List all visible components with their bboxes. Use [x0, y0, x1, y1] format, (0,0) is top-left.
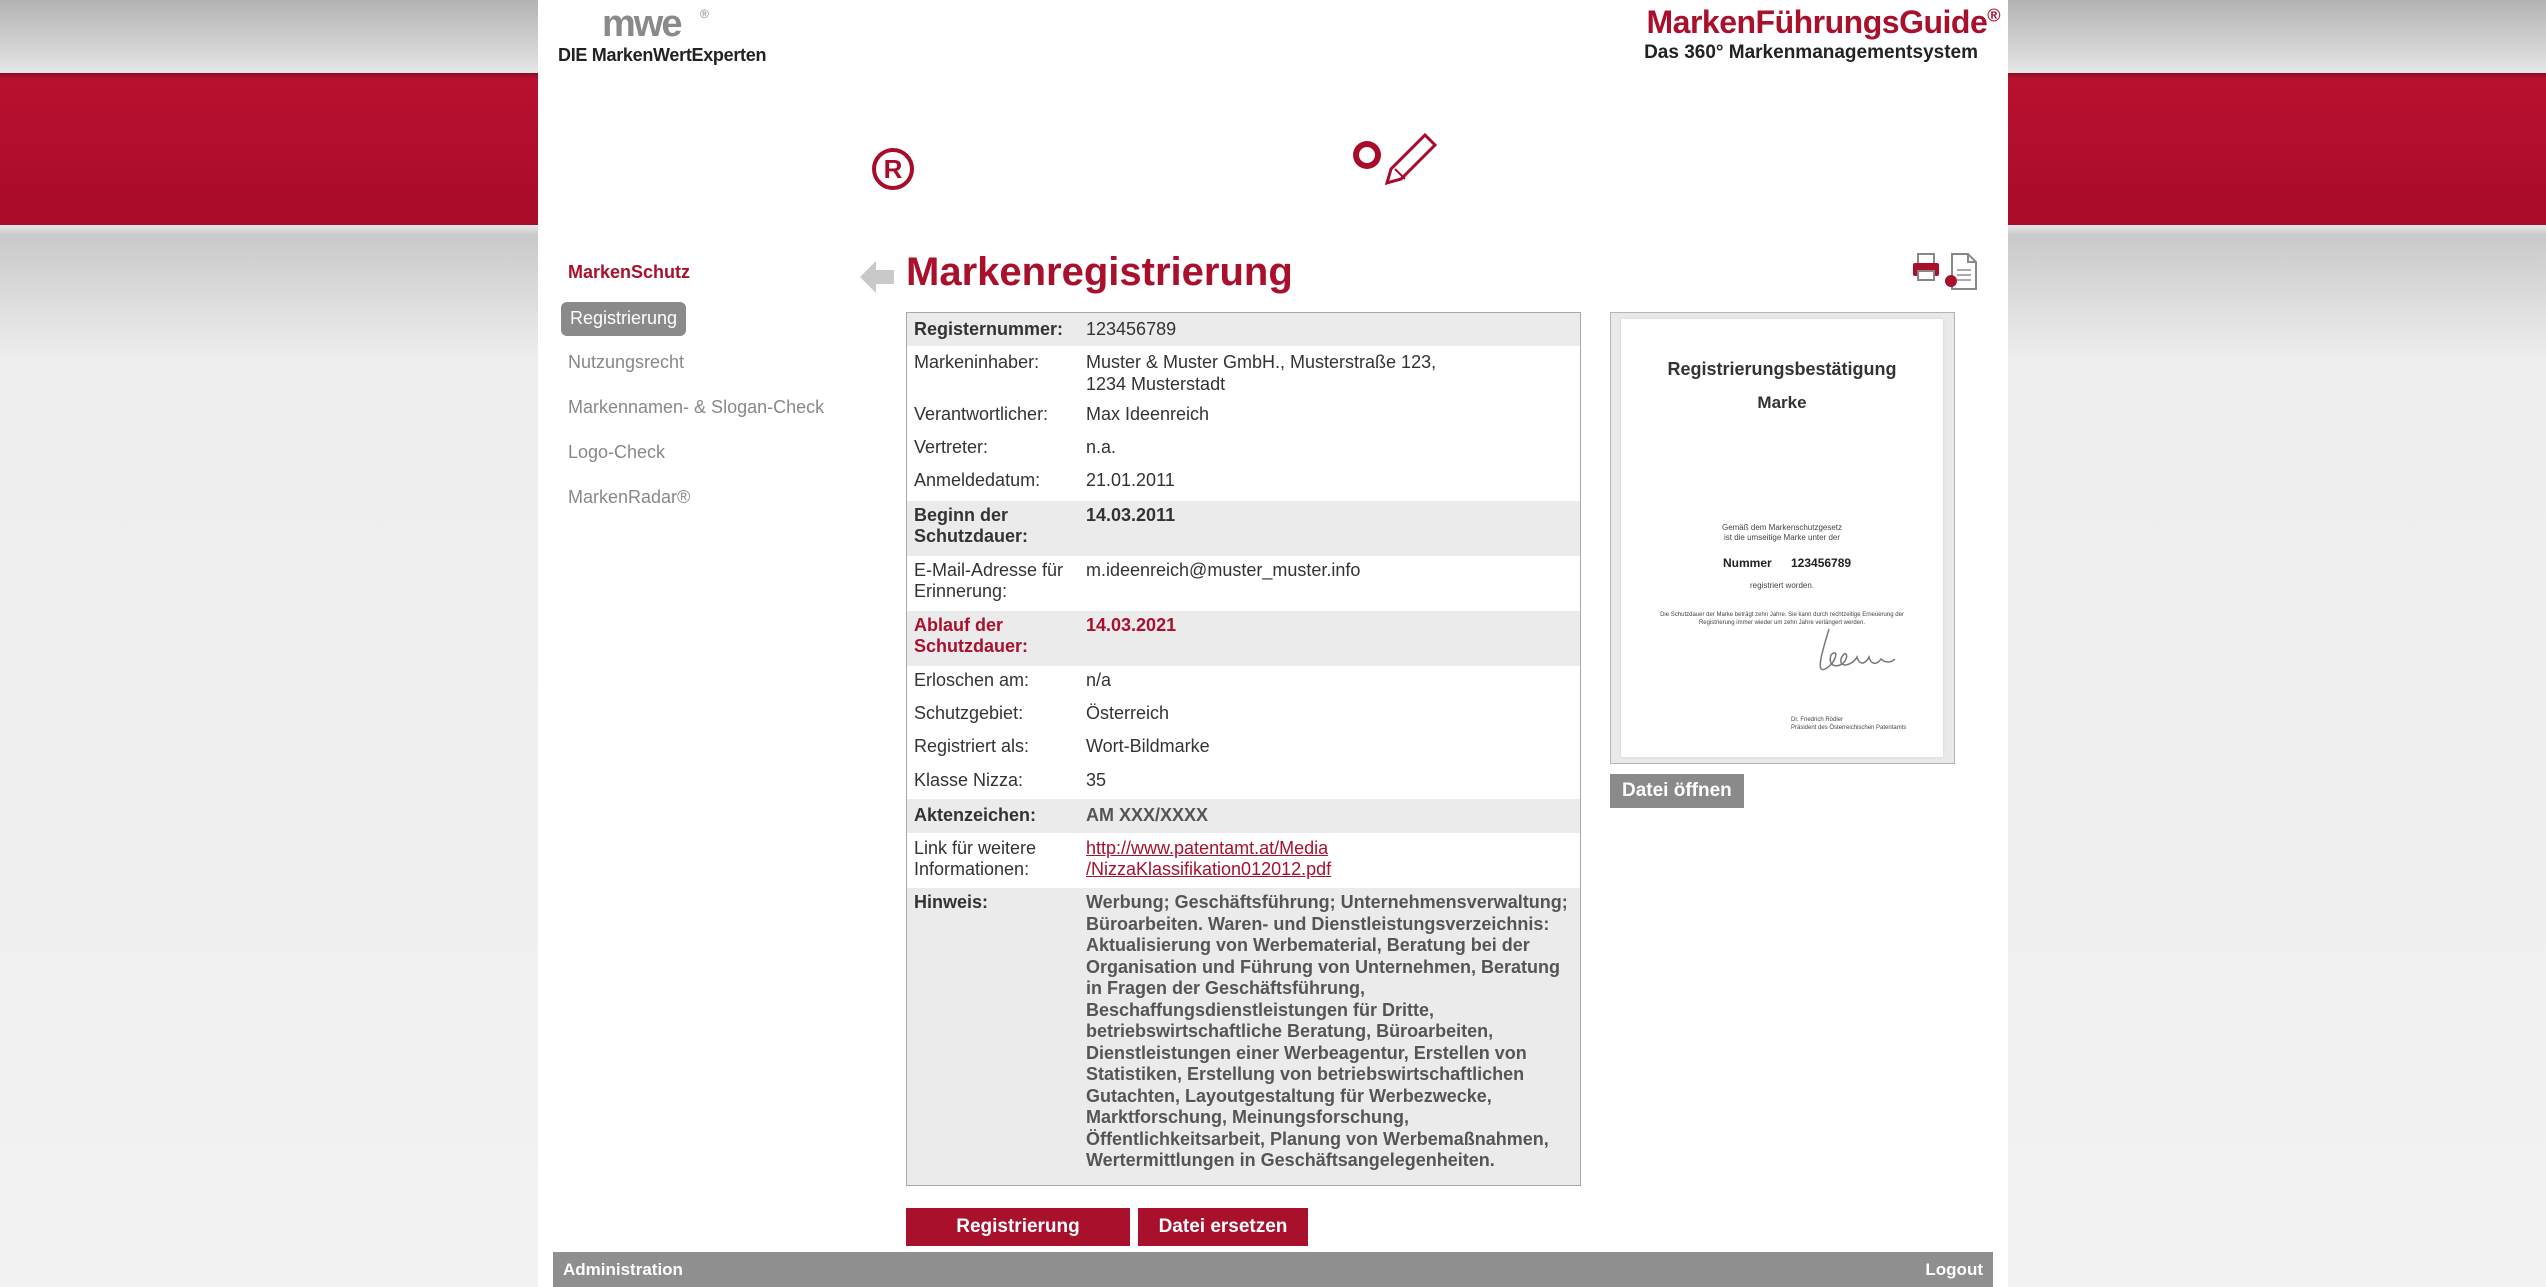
table-row: Hinweis: Werbung; Geschäftsführung; Unte… [907, 888, 1580, 1185]
sidebar-item-registrierung[interactable]: Registrierung [561, 302, 687, 336]
registration-table: Registernummer: 123456789 Markeninhaber:… [906, 312, 1581, 1186]
table-row: Registriert als: Wort-Bildmarke [914, 736, 1210, 756]
svg-text:®: ® [700, 7, 709, 21]
nav-markenfuehrung[interactable] [1086, 103, 1196, 203]
euro-growth-icon: € [1569, 109, 1675, 196]
table-row: Registernummer: 123456789 [907, 313, 1580, 346]
sidebar-item-nutzungsrecht[interactable]: Nutzungsrecht [568, 352, 684, 373]
mwe-logo[interactable]: mwe ® [600, 6, 720, 42]
nav-markenschutz[interactable]: R [838, 103, 948, 203]
svg-text:R: R [884, 154, 903, 184]
sidebar-title[interactable]: MarkenSchutz [568, 262, 690, 283]
administration-link[interactable]: Administration [563, 1260, 683, 1280]
registration-certificate: Registrierungsbestätigung Marke Gemäß de… [1621, 319, 1943, 757]
table-row: Erloschen am: n/a [914, 670, 1112, 690]
sidebar-item-markenradar[interactable]: MarkenRadar® [568, 487, 690, 508]
replace-file-button[interactable]: Datei ersetzen [1138, 1208, 1308, 1246]
sidebar-item-logo-check[interactable]: Logo-Check [568, 442, 665, 463]
open-file-button[interactable]: Datei öffnen [1610, 774, 1744, 808]
edit-registration-button[interactable]: Registrierung bearbeiten [906, 1208, 1130, 1275]
page-title: Markenregistrierung [906, 250, 1293, 294]
print-icon[interactable] [1912, 252, 1940, 282]
camera-pen-icon [1333, 125, 1437, 186]
guide-title: MarkenFührungsGuide® [1646, 4, 2000, 40]
table-row: Link für weitere Informationen: http://w… [914, 838, 1332, 879]
logout-link[interactable]: Logout [1925, 1260, 1983, 1280]
table-row: Aktenzeichen: AM XXX/XXXX [907, 799, 1580, 833]
table-row: Verantwortlicher: Max Ideenreich [914, 404, 1210, 424]
toolbar [1912, 252, 1980, 292]
info-link[interactable]: http://www.patentamt.at/Media/NizzaKlass… [1086, 838, 1331, 879]
logo-subtitle: DIE MarkenWertExperten [558, 45, 767, 65]
pdf-icon[interactable] [1944, 252, 1978, 292]
nav-markenkern[interactable] [594, 103, 704, 203]
table-row: Anmeldedatum: 21.01.2011 [914, 470, 1175, 490]
brand-m-icon [607, 111, 691, 195]
svg-text:€: € [1584, 117, 1608, 165]
footer-bar: Administration Logout [553, 1252, 1993, 1287]
table-row: Beginn der Schutzdauer: 14.03.2011 [907, 501, 1580, 556]
signature-icon [1819, 628, 1896, 671]
guide-subtitle: Das 360° Markenmanagementsystem [1644, 42, 1978, 63]
table-row: E-Mail-Adresse für Erinnerung: m.ideenre… [914, 560, 1361, 601]
active-nav-pointer [878, 211, 910, 225]
table-row: Ablauf der Schutzdauer: 14.03.2021 [907, 611, 1580, 666]
nav-markenauftritt[interactable] [1328, 103, 1438, 203]
svg-text:mwe: mwe [602, 6, 681, 42]
nav-markenwert[interactable]: € [1566, 103, 1676, 203]
top-header: mwe ® DIE MarkenWertExperten MarkenFühru… [538, 0, 2008, 73]
main-navigation: R € [538, 73, 2008, 225]
document-check-icon [1107, 108, 1175, 198]
back-arrow-icon[interactable] [860, 259, 894, 295]
table-row: Klasse Nizza: 35 [914, 770, 1107, 790]
table-row: Markeninhaber: Muster & Muster GmbH., Mu… [914, 352, 1437, 394]
document-preview[interactable]: Registrierungsbestätigung Marke Gemäß de… [1610, 312, 1955, 764]
table-row: Vertreter: n.a. [914, 437, 1117, 457]
hinweis-text: Werbung; Geschäftsführung; Unternehmensv… [1086, 892, 1568, 1170]
trademark-lock-icon: R [859, 105, 927, 197]
sidebar-item-slogan-check[interactable]: Markennamen- & Slogan-Check [568, 397, 824, 418]
table-row: Schutzgebiet: Österreich [914, 703, 1170, 723]
